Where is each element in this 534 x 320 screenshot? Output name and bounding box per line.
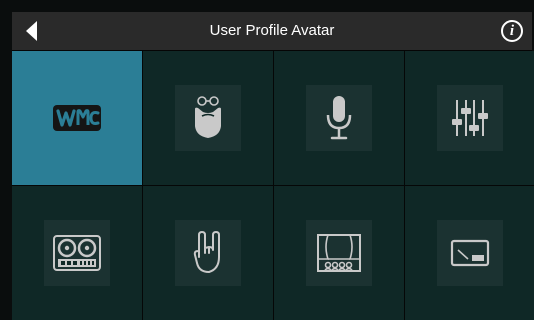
avatar-tile-stage[interactable] [274, 186, 404, 320]
icon-box [437, 220, 503, 286]
beard-glasses-icon [195, 96, 221, 138]
avatar-tile-tape-machine[interactable] [12, 186, 142, 320]
icon-box [437, 85, 503, 151]
presonus-logo-icon [53, 105, 101, 131]
avatar-tile-monitor[interactable] [405, 186, 534, 320]
icon-box [306, 220, 372, 286]
avatar-tile-microphone[interactable] [274, 51, 404, 185]
page-title: User Profile Avatar [209, 22, 335, 39]
avatar-tile-beard[interactable] [143, 51, 273, 185]
reel-to-reel-tape-icon [53, 235, 101, 271]
rock-hand-icon [193, 231, 220, 273]
mixer-faders-icon [452, 100, 488, 136]
icon-box [44, 85, 110, 151]
icon-box [44, 220, 110, 286]
microphone-icon [326, 96, 352, 140]
avatar-tile-mixer[interactable] [405, 51, 534, 185]
icon-box [306, 85, 372, 151]
back-button[interactable] [12, 12, 52, 50]
icon-box [175, 220, 241, 286]
stage-audience-icon [317, 234, 361, 272]
avatar-tile-rock-hand[interactable] [143, 186, 273, 320]
app-screen: User Profile Avatar i [0, 0, 534, 320]
avatar-tile-presonus[interactable] [12, 51, 142, 185]
monitor-icon [450, 239, 490, 267]
icon-box [175, 85, 241, 151]
info-icon: i [501, 20, 523, 42]
info-button[interactable]: i [494, 12, 530, 50]
header-bar: User Profile Avatar i [12, 12, 532, 51]
back-arrow-icon [26, 21, 37, 41]
avatar-grid [12, 51, 534, 320]
